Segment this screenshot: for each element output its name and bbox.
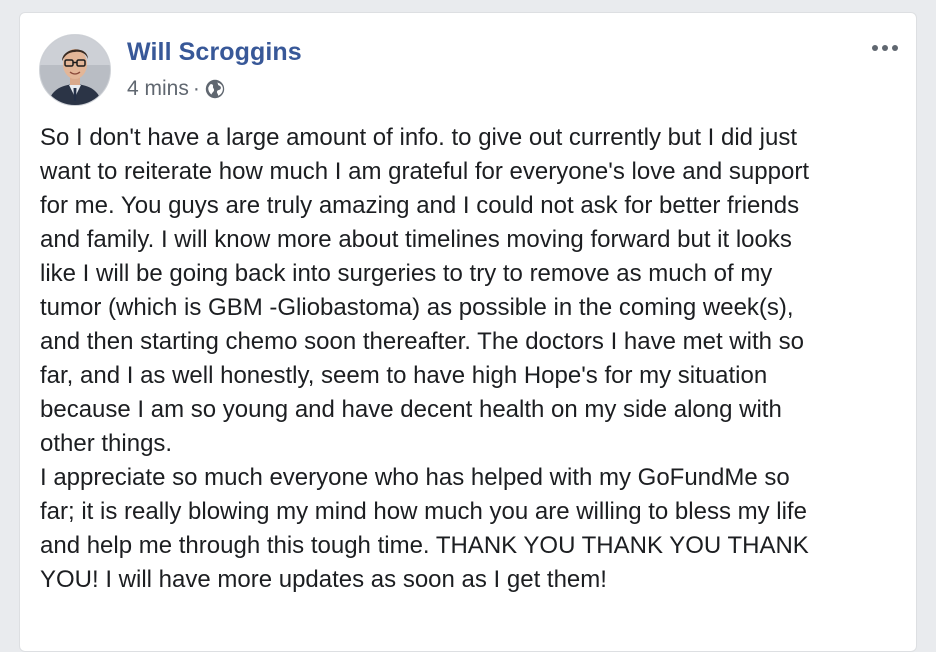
post-paragraph: I appreciate so much everyone who has he… <box>40 464 809 593</box>
avatar[interactable] <box>39 34 111 106</box>
avatar-photo <box>40 35 110 105</box>
post-paragraph: So I don't have a large amount of info. … <box>40 124 809 457</box>
globe-icon[interactable] <box>204 78 226 100</box>
post-card: Will Scroggins 4 mins · So I don't have … <box>19 12 917 652</box>
more-horizontal-icon <box>882 45 888 51</box>
author-name-link[interactable]: Will Scroggins <box>127 38 302 67</box>
post-meta: 4 mins · <box>127 77 226 101</box>
more-horizontal-icon <box>892 45 898 51</box>
post-body: So I don't have a large amount of info. … <box>40 121 910 597</box>
post-timestamp-link[interactable]: 4 mins <box>127 77 189 101</box>
more-options-button[interactable] <box>868 37 902 59</box>
more-horizontal-icon <box>872 45 878 51</box>
meta-separator: · <box>192 77 200 100</box>
